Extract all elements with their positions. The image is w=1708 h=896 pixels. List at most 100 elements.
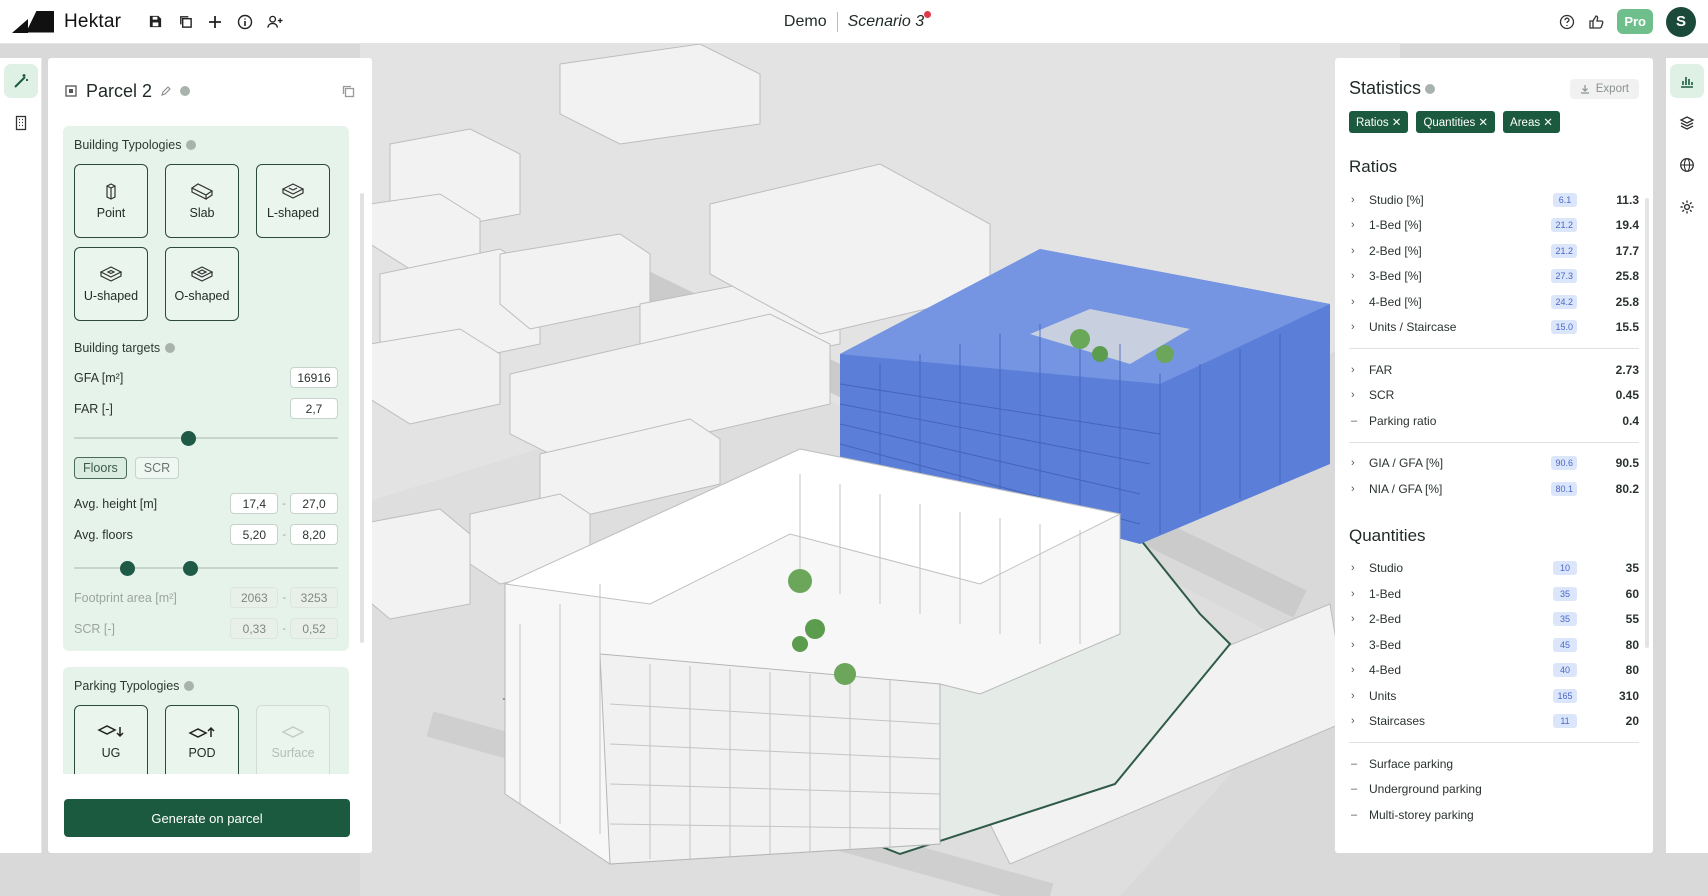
typology-label: UG <box>101 746 121 760</box>
chevron-right-icon: › <box>1351 363 1355 376</box>
floors-toggle[interactable]: Floors <box>74 457 127 479</box>
gfa-input[interactable]: 16916 <box>290 367 338 388</box>
floors-range-slider[interactable] <box>74 559 338 577</box>
typology-l-shaped[interactable]: L-shaped <box>256 164 330 238</box>
floors-max-handle[interactable] <box>183 561 199 576</box>
stat-row-quantity[interactable]: › 4-Bed 40 80 <box>1335 658 1653 684</box>
far-slider[interactable] <box>74 429 338 447</box>
avg-floors-max-input[interactable]: 8,20 <box>290 524 338 545</box>
parking-ug[interactable]: UG <box>74 705 148 774</box>
panel-title: Statistics <box>1349 78 1422 98</box>
podium-parking-icon <box>188 726 215 738</box>
stat-row-ratio[interactable]: › 4-Bed [%] 24.2 25.8 <box>1335 289 1653 315</box>
avg-height-max-input[interactable]: 27,0 <box>290 493 338 514</box>
add-icon[interactable] <box>207 14 223 30</box>
stat-label: 3-Bed [%] <box>1369 269 1422 284</box>
quantities-list: › Studio 10 35 › 1-Bed 35 60 › 2-Bed 35 55 › 3-Bed 45 8… <box>1335 556 1653 735</box>
edit-icon[interactable] <box>160 85 172 97</box>
avg-floors-min-input[interactable]: 5,20 <box>230 524 279 545</box>
filter-chip-areas[interactable]: Areas ✕ <box>1503 111 1560 133</box>
avg-height-min-input[interactable]: 17,4 <box>230 493 279 514</box>
far-slider-handle[interactable] <box>180 431 196 446</box>
typology-point[interactable]: Point <box>74 164 148 238</box>
chevron-right-icon: › <box>1351 457 1355 470</box>
stat-label: Studio [%] <box>1369 192 1424 207</box>
stat-row-far[interactable]: › FAR 2.73 <box>1335 357 1653 383</box>
filter-chip-quantities[interactable]: Quantities ✕ <box>1416 111 1496 133</box>
right-tool-rail <box>1666 58 1708 853</box>
stat-label: Parking ratio <box>1369 413 1437 428</box>
ratios-list: › Studio [%] 6.1 11.3 › 1-Bed [%] 21.2 19.4 › 2-B… <box>1335 187 1653 340</box>
filter-chip-ratios[interactable]: Ratios ✕ <box>1349 111 1409 133</box>
parking-list: – Surface parking – Underground parking – Mul… <box>1335 751 1653 828</box>
stat-row-ratio[interactable]: › Units / Staircase 15.0 15.5 <box>1335 315 1653 341</box>
stat-row-ratio[interactable]: › 3-Bed [%] 27.3 25.8 <box>1335 264 1653 290</box>
stat-row-ratio[interactable]: › 2-Bed [%] 21.2 17.7 <box>1335 238 1653 264</box>
target-pill: 80.1 <box>1551 481 1577 496</box>
settings-tool-button[interactable] <box>1670 190 1704 224</box>
stat-row-scr[interactable]: › SCR 0.45 <box>1335 383 1653 409</box>
o-shaped-building-icon <box>190 266 214 282</box>
stat-value: 19.4 <box>1615 218 1639 233</box>
stat-label: 3-Bed <box>1369 637 1402 652</box>
generate-tool-button[interactable] <box>3 64 38 98</box>
chevron-right-icon: › <box>1351 613 1355 626</box>
stat-row-quantity[interactable]: › 3-Bed 45 80 <box>1335 632 1653 658</box>
chevron-right-icon: › <box>1351 295 1355 308</box>
statistics-tool-button[interactable] <box>1670 64 1704 98</box>
stat-label: 2-Bed [%] <box>1369 243 1422 258</box>
building-tool-button[interactable] <box>4 106 38 140</box>
stat-value: 60 <box>1625 586 1639 601</box>
stat-row-quantity[interactable]: › 1-Bed 35 60 <box>1335 581 1653 607</box>
stat-row-quantity[interactable]: › Units 165 310 <box>1335 683 1653 709</box>
user-avatar[interactable]: S <box>1666 6 1696 37</box>
copy-icon[interactable] <box>177 14 193 30</box>
logo[interactable]: Hektar <box>12 11 121 33</box>
scenario-name[interactable]: Scenario 3 <box>847 11 932 31</box>
dash-icon: – <box>1351 808 1358 821</box>
slider-track <box>74 567 338 569</box>
pro-badge[interactable]: Pro <box>1617 9 1653 34</box>
target-pill: 21.2 <box>1551 243 1577 258</box>
scr-toggle[interactable]: SCR <box>134 457 180 479</box>
left-tool-rail <box>0 58 42 853</box>
footprint-label: Footprint area [m²] <box>74 590 177 605</box>
stat-value: 20 <box>1625 714 1639 729</box>
help-icon[interactable] <box>1559 14 1575 30</box>
stat-row-nia-gfa[interactable]: › NIA / GFA [%] 80.1 80.2 <box>1335 476 1653 502</box>
parking-pod[interactable]: POD <box>165 705 239 774</box>
typology-o-shaped[interactable]: O-shaped <box>165 247 239 321</box>
project-name[interactable]: Demo <box>784 13 827 31</box>
globe-tool-button[interactable] <box>1670 148 1704 182</box>
chevron-right-icon: › <box>1351 587 1355 600</box>
add-user-icon[interactable] <box>267 14 283 30</box>
panel-scrollbar[interactable] <box>360 193 364 643</box>
stat-row-ratio[interactable]: › Studio [%] 6.1 11.3 <box>1335 187 1653 213</box>
statistics-scrollbar[interactable] <box>1645 198 1649 648</box>
stat-row-ratio[interactable]: › 1-Bed [%] 21.2 19.4 <box>1335 213 1653 239</box>
scenario-label: Scenario 3 <box>847 13 925 30</box>
dash-icon: – <box>1351 414 1358 427</box>
stat-label: Underground parking <box>1369 782 1482 797</box>
stat-row-quantity[interactable]: › Studio 10 35 <box>1335 556 1653 582</box>
layers-tool-button[interactable] <box>1670 106 1704 140</box>
far-input[interactable]: 2,7 <box>290 398 338 419</box>
stat-row-quantity[interactable]: › Staircases 11 20 <box>1335 709 1653 735</box>
typology-slab[interactable]: Slab <box>165 164 239 238</box>
typology-u-shaped[interactable]: U-shaped <box>74 247 148 321</box>
gear-icon <box>1680 200 1694 214</box>
stat-value: 80 <box>1625 637 1639 652</box>
floors-min-handle[interactable] <box>119 561 135 576</box>
panel-scroll-area[interactable]: Building Typologies Point Slab L-shaped … <box>63 126 349 774</box>
layers-icon <box>1679 116 1695 130</box>
info-icon[interactable] <box>237 14 253 30</box>
parking-surface[interactable]: Surface <box>256 705 330 774</box>
stat-row-gia-gfa[interactable]: › GIA / GFA [%] 90.6 90.5 <box>1335 451 1653 477</box>
export-button[interactable]: Export <box>1569 78 1639 99</box>
duplicate-icon[interactable] <box>341 84 356 99</box>
stat-row-quantity[interactable]: › 2-Bed 35 55 <box>1335 607 1653 633</box>
unsaved-indicator <box>924 11 932 18</box>
generate-on-parcel-button[interactable]: Generate on parcel <box>64 799 350 837</box>
thumbs-up-icon[interactable] <box>1588 14 1604 30</box>
save-icon[interactable] <box>147 14 163 30</box>
